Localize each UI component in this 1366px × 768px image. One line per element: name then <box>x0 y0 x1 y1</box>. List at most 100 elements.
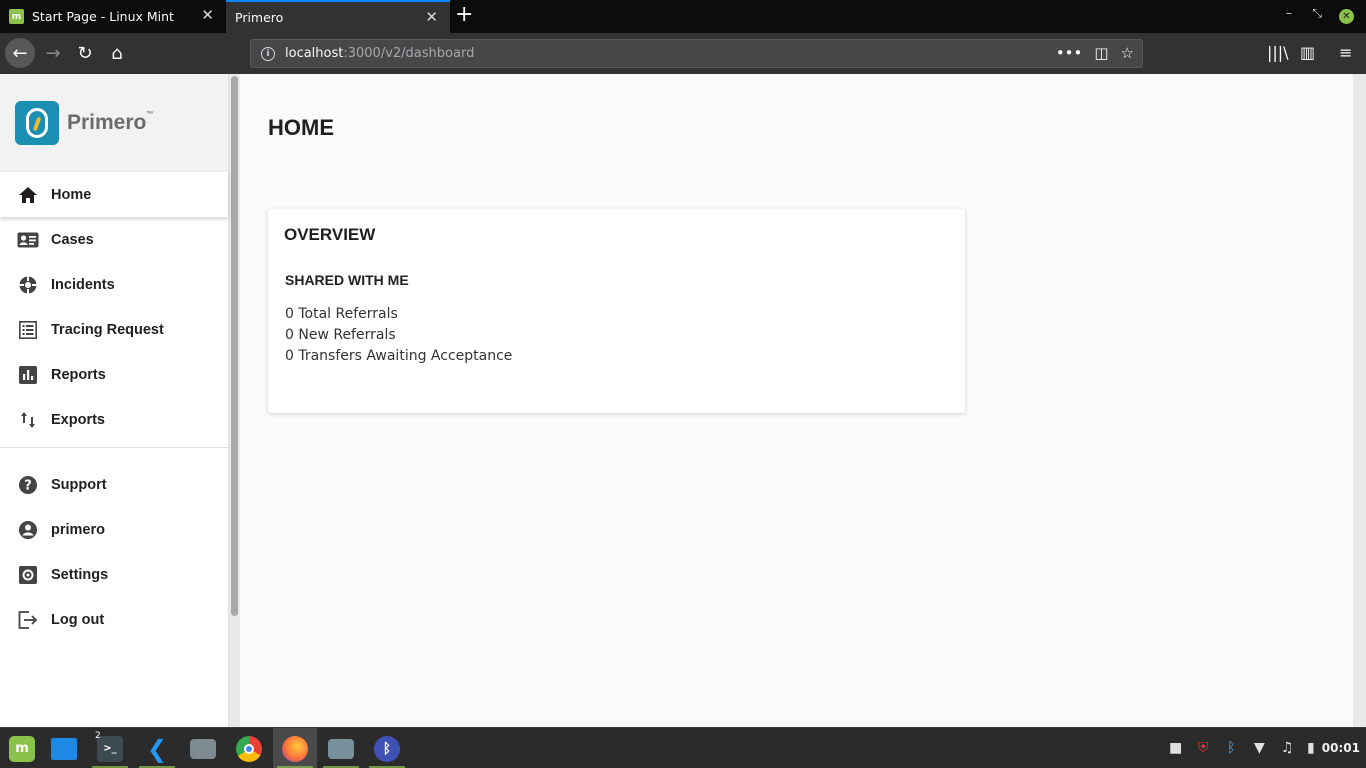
url-bar[interactable]: i localhost:3000/v2/dashboard ••• ◫ ☆ <box>250 39 1143 68</box>
sidebar-scrollbar[interactable] <box>229 74 240 727</box>
page-actions-ellipsis-icon[interactable]: ••• <box>1056 44 1083 62</box>
brand-header[interactable]: Primero™ <box>0 74 228 172</box>
new-tab-plus-icon[interactable]: + <box>455 4 473 26</box>
swap-vertical-icon <box>17 409 39 431</box>
firefox-launcher[interactable] <box>273 728 317 768</box>
files-launcher[interactable] <box>181 728 225 768</box>
linux-mint-favicon-icon: m <box>9 9 24 24</box>
sidebar-item-label: Support <box>51 476 107 493</box>
back-arrow-icon[interactable]: ← <box>5 38 35 68</box>
folder-icon <box>190 738 216 759</box>
terminal-icon: >_ <box>97 735 123 762</box>
brand-wordmark: Primero™ <box>67 111 154 134</box>
sidebar-item-label: primero <box>51 521 105 538</box>
sidebar: Primero™ Home Cases Incidents Tracing Re… <box>0 74 229 727</box>
minimize-icon[interactable]: – <box>1286 6 1292 20</box>
shared-stats-list: 0 Total Referrals 0 New Referrals 0 Tran… <box>285 304 512 367</box>
show-desktop-button[interactable] <box>42 728 86 768</box>
id-card-icon <box>17 229 39 251</box>
clock[interactable]: 00:01 <box>1322 741 1360 755</box>
vscode-icon: ❮ <box>146 734 168 763</box>
sidebar-item-tracing-request[interactable]: Tracing Request <box>0 307 228 352</box>
tab-primero[interactable]: Primero ✕ <box>226 0 450 33</box>
music-icon[interactable]: ♫ <box>1281 740 1294 756</box>
bar-chart-icon <box>17 364 39 386</box>
bluetooth-launcher[interactable]: ᛒ <box>365 728 409 768</box>
tab-start-page[interactable]: m Start Page - Linux Mint ✕ <box>0 0 226 33</box>
browser-toolbar: ← → ↻ ⌂ i localhost:3000/v2/dashboard ••… <box>0 33 1366 74</box>
window-count-badge: 2 <box>95 731 101 741</box>
close-icon[interactable]: ✕ <box>201 8 214 23</box>
main-content: HOME OVERVIEW SHARED WITH ME 0 Total Ref… <box>240 74 1353 727</box>
desktop-icon <box>51 737 77 760</box>
site-info-icon[interactable]: i <box>261 46 275 61</box>
tab-label: Primero <box>235 10 284 25</box>
sidebar-item-cases[interactable]: Cases <box>0 217 228 262</box>
sidebar-item-settings[interactable]: Settings <box>0 552 228 597</box>
stat-new-referrals[interactable]: 0 New Referrals <box>285 325 512 346</box>
firefox-icon <box>282 735 308 762</box>
library-icon[interactable]: |||\ <box>1267 43 1289 62</box>
camera-icon[interactable]: ■ <box>1169 740 1182 756</box>
close-icon[interactable]: ✕ <box>425 10 438 25</box>
battery-icon[interactable]: ▮ <box>1307 740 1315 756</box>
sidebar-item-reports[interactable]: Reports <box>0 352 228 397</box>
sidebar-item-label: Exports <box>51 411 105 428</box>
sidebar-divider <box>0 447 228 448</box>
sidebar-toggle-icon[interactable]: ▥ <box>1300 43 1315 62</box>
sidebar-item-label: Tracing Request <box>51 321 164 338</box>
help-icon: ? <box>17 474 39 496</box>
sidebar-item-exports[interactable]: Exports <box>0 397 228 442</box>
browser-tab-strip: m Start Page - Linux Mint ✕ Primero ✕ + … <box>0 0 1366 33</box>
taskbar: m >_ 2 ❮ ᛒ ■ ⛨ ᛒ ▼ ♫ ▮ 00:01 <box>0 727 1366 768</box>
page-title: HOME <box>268 115 334 140</box>
account-icon <box>17 519 39 541</box>
hamburger-menu-icon[interactable]: ≡ <box>1339 43 1352 62</box>
url-text[interactable]: localhost:3000/v2/dashboard <box>285 46 474 61</box>
scrollbar-thumb[interactable] <box>231 76 238 616</box>
bookmark-star-icon[interactable]: ☆ <box>1121 44 1134 62</box>
shared-with-me-heading: SHARED WITH ME <box>285 272 409 288</box>
sidebar-item-label: Incidents <box>51 276 115 293</box>
screenshot-icon <box>328 738 354 759</box>
pocket-icon[interactable]: ◫ <box>1094 44 1108 62</box>
linux-mint-icon: m <box>9 735 35 762</box>
sidebar-item-incidents[interactable]: Incidents <box>0 262 228 307</box>
incident-icon <box>17 274 39 296</box>
sidebar-item-label: Reports <box>51 366 106 383</box>
restore-icon[interactable]: ⤡ <box>1312 6 1322 21</box>
list-icon <box>17 319 39 341</box>
shield-icon[interactable]: ⛨ <box>1198 740 1209 756</box>
mint-menu-button[interactable]: m <box>0 728 44 768</box>
sidebar-item-support[interactable]: ? Support <box>0 462 228 507</box>
reload-icon[interactable]: ↻ <box>71 39 99 67</box>
sidebar-item-label: Home <box>51 186 92 203</box>
forward-arrow-icon[interactable]: → <box>39 39 67 67</box>
sidebar-item-label: Cases <box>51 231 94 248</box>
bluetooth-app-icon: ᛒ <box>374 735 400 762</box>
stat-transfers-awaiting[interactable]: 0 Transfers Awaiting Acceptance <box>285 346 512 367</box>
chrome-icon <box>236 735 262 762</box>
wifi-icon[interactable]: ▼ <box>1254 740 1265 756</box>
page-viewport: Primero™ Home Cases Incidents Tracing Re… <box>0 74 1366 727</box>
sidebar-item-account[interactable]: primero <box>0 507 228 552</box>
page-scrollbar-track <box>1353 74 1366 727</box>
sidebar-item-home[interactable]: Home <box>0 172 228 217</box>
logout-icon <box>17 609 39 631</box>
browser-home-icon[interactable]: ⌂ <box>103 39 131 67</box>
stat-total-referrals[interactable]: 0 Total Referrals <box>285 304 512 325</box>
overview-title: OVERVIEW <box>284 225 376 244</box>
sidebar-item-label: Settings <box>51 566 109 583</box>
screenshot-launcher[interactable] <box>319 728 363 768</box>
vscode-launcher[interactable]: ❮ <box>135 728 179 768</box>
primero-logo-icon <box>15 101 59 145</box>
sidebar-item-logout[interactable]: Log out <box>0 597 228 642</box>
tab-label: Start Page - Linux Mint <box>32 9 174 24</box>
window-close-icon[interactable]: ✕ <box>1339 9 1354 24</box>
svg-text:?: ? <box>24 478 32 493</box>
home-icon <box>17 184 39 206</box>
bluetooth-icon[interactable]: ᛒ <box>1227 740 1235 756</box>
sidebar-item-label: Log out <box>51 611 105 628</box>
overview-card: OVERVIEW SHARED WITH ME 0 Total Referral… <box>268 209 965 413</box>
chrome-launcher[interactable] <box>227 728 271 768</box>
